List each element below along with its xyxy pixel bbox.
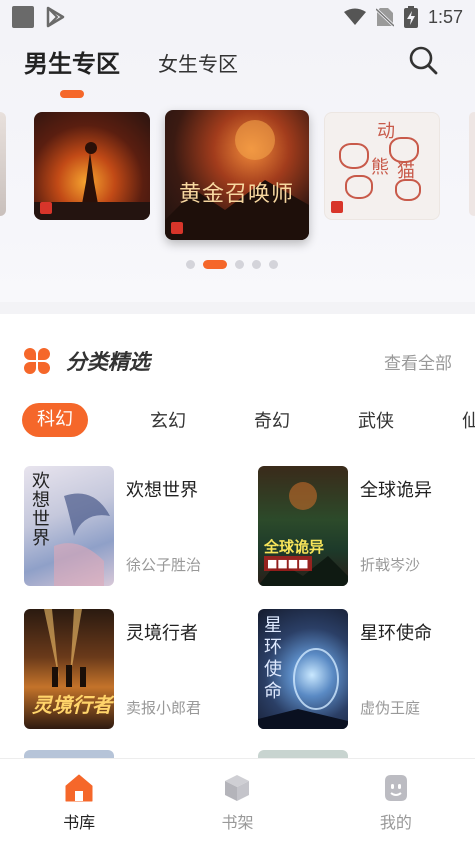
section-divider xyxy=(0,302,475,314)
book-author: 徐公子胜治 xyxy=(126,556,202,574)
home-icon xyxy=(65,774,93,802)
book-author: 虚伪王庭 xyxy=(360,699,421,717)
publisher-logo xyxy=(331,201,343,213)
genre-tab-fantasy[interactable]: 奇幻 xyxy=(220,407,324,433)
carousel-cover-prev[interactable] xyxy=(0,112,6,216)
genre-tab-wuxia[interactable]: 武侠 xyxy=(324,407,428,433)
genre-tab-xuanhuan[interactable]: 玄幻 xyxy=(116,407,220,433)
pagination-dot[interactable] xyxy=(269,260,278,269)
book-title[interactable]: 星环使命 xyxy=(360,619,432,645)
publisher-logo xyxy=(40,202,52,214)
genre-tabs: 科幻 玄幻 奇幻 武侠 仙侠 xyxy=(22,402,475,438)
book-cover[interactable]: 灵境行者 xyxy=(24,609,114,729)
cover-art xyxy=(165,120,309,240)
pagination-dot-active[interactable] xyxy=(203,260,227,269)
carousel-cover-featured[interactable]: 黄金召唤师 xyxy=(165,110,309,240)
see-all-link[interactable]: 查看全部 xyxy=(384,349,452,374)
book-card[interactable]: 全球诡异 ■■■■ 全球诡异 折戟岑沙 xyxy=(258,466,475,586)
top-area: 男生专区 女生专区 黄金召唤师 动 熊 猫 xyxy=(0,34,475,302)
wifi-icon xyxy=(343,8,366,25)
book-cover[interactable]: 星环使命 xyxy=(258,609,348,729)
status-bar: 1:57 xyxy=(0,0,475,34)
pagination-dot[interactable] xyxy=(252,260,261,269)
book-cover-text: 全球诡异 xyxy=(264,538,325,556)
notification-square-icon xyxy=(12,6,34,28)
pagination-dot[interactable] xyxy=(186,260,195,269)
nav-label-bookshelf: 书架 xyxy=(221,813,254,832)
category-title: 分类精选 xyxy=(66,350,150,374)
book-cover[interactable]: 全球诡异 ■■■■ xyxy=(258,466,348,586)
featured-cover-title: 黄金召唤师 xyxy=(179,182,295,207)
book-cover-text: 星环使命 xyxy=(264,615,282,702)
status-time: 1:57 xyxy=(427,6,463,27)
book-card[interactable]: 灵境行者 灵境行者 卖报小郎君 xyxy=(24,609,244,729)
tab-male-label: 男生专区 xyxy=(24,50,120,78)
carousel-pagination xyxy=(186,260,278,269)
nav-label-profile: 我的 xyxy=(379,813,412,832)
genre-tab-xianxia[interactable]: 仙侠 xyxy=(428,407,475,433)
tab-female[interactable]: 女生专区 xyxy=(158,48,238,79)
no-sim-icon xyxy=(375,7,394,27)
book-title[interactable]: 全球诡异 xyxy=(360,476,432,502)
book-carousel[interactable]: 黄金召唤师 动 熊 猫 xyxy=(0,110,475,250)
book-title[interactable]: 欢想世界 xyxy=(126,476,198,502)
cover-glyph: 动 xyxy=(377,121,395,142)
tab-female-label: 女生专区 xyxy=(158,52,238,76)
book-card[interactable]: 欢想世界 欢想世界 徐公子胜治 xyxy=(24,466,244,586)
clover-icon xyxy=(22,346,52,376)
tab-male[interactable]: 男生专区 xyxy=(24,44,120,98)
play-store-icon xyxy=(46,6,65,28)
category-header: 分类精选 查看全部 xyxy=(22,344,452,378)
book-card[interactable]: 星环使命 星环使命 虚伪王庭 xyxy=(258,609,475,729)
cover-glyph: 熊 xyxy=(371,157,389,178)
publisher-logo xyxy=(171,222,183,234)
cover-glyph: 猫 xyxy=(397,161,415,182)
pagination-dot[interactable] xyxy=(235,260,244,269)
genre-tab-scifi[interactable]: 科幻 xyxy=(22,403,88,437)
carousel-cover-1[interactable] xyxy=(34,112,150,220)
carousel-cover-3[interactable]: 动 熊 猫 xyxy=(324,112,440,220)
nav-item-profile[interactable]: 我的 xyxy=(317,759,475,844)
nav-item-library[interactable]: 书库 xyxy=(0,759,158,844)
nav-item-bookshelf[interactable]: 书架 xyxy=(158,759,316,844)
battery-charging-icon xyxy=(403,6,418,28)
book-cover[interactable]: 欢想世界 xyxy=(24,466,114,586)
book-cover-partial[interactable] xyxy=(24,750,114,758)
active-tab-indicator xyxy=(60,90,84,98)
book-cover-text: 灵境行者 xyxy=(32,693,112,717)
profile-icon xyxy=(384,775,407,801)
gender-tabs: 男生专区 女生专区 xyxy=(24,44,238,98)
bottom-nav: 书库 书架 我的 xyxy=(0,758,475,844)
book-title[interactable]: 灵境行者 xyxy=(126,619,198,645)
book-cover-partial[interactable] xyxy=(258,750,348,758)
nav-label-library: 书库 xyxy=(63,813,96,832)
search-icon[interactable] xyxy=(407,44,439,76)
book-author: 卖报小郎君 xyxy=(126,699,202,717)
bookshelf-icon xyxy=(225,775,250,801)
book-author: 折戟岑沙 xyxy=(360,556,421,574)
carousel-cover-next[interactable] xyxy=(469,112,475,216)
cover-art xyxy=(54,493,110,586)
cover-badge: ■■■■ xyxy=(264,556,312,571)
